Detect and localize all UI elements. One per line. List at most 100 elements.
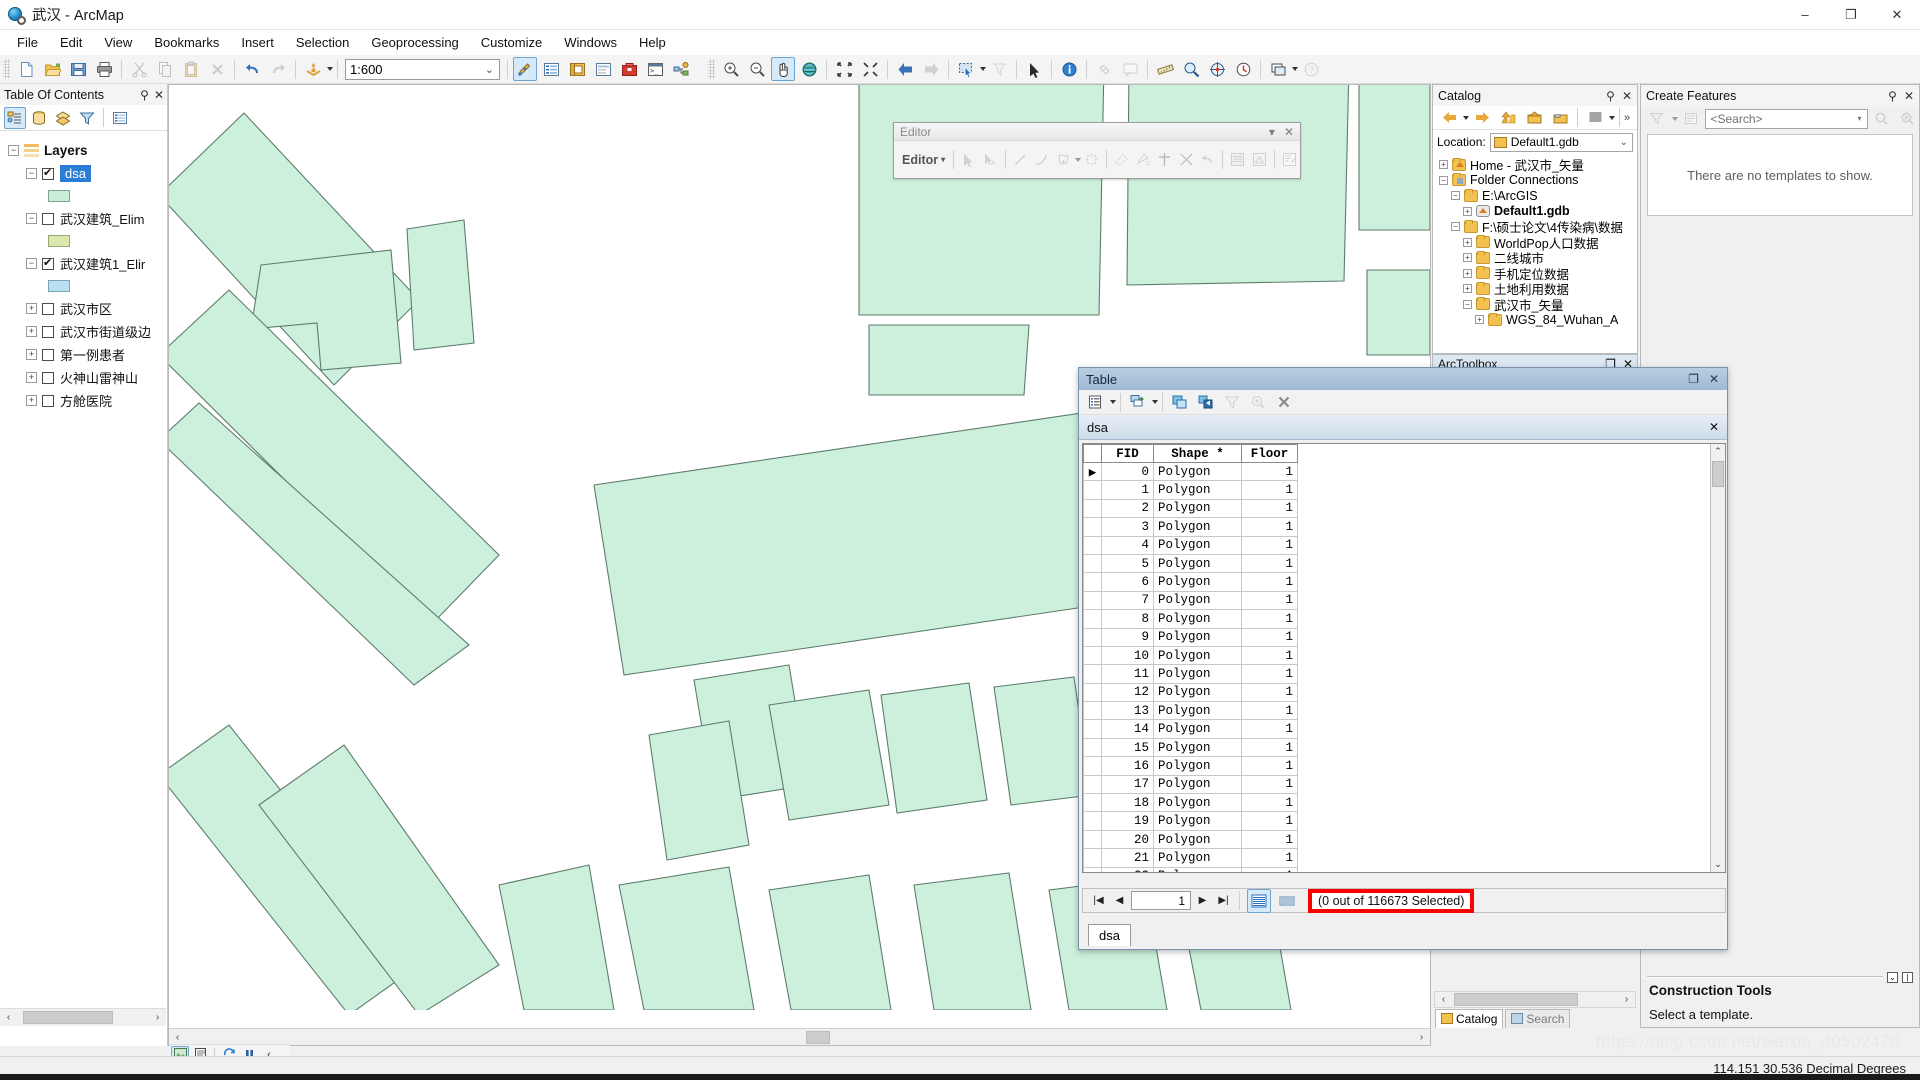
cell-fid[interactable]: 12 xyxy=(1101,682,1154,703)
cell-shape[interactable]: Polygon xyxy=(1153,774,1242,795)
table-row[interactable]: 1 Polygon 1 xyxy=(1083,480,1298,500)
cell-fid[interactable]: 1 xyxy=(1101,480,1154,500)
new-template-icon[interactable] xyxy=(1681,107,1703,131)
cell-shape[interactable]: Polygon xyxy=(1153,811,1242,831)
cell-fid[interactable]: 19 xyxy=(1101,811,1154,831)
table-row[interactable]: 12 Polygon 1 xyxy=(1083,682,1298,703)
chevron-down-icon[interactable]: ▾ xyxy=(1858,114,1862,123)
table-row[interactable]: 4 Polygon 1 xyxy=(1083,535,1298,555)
row-selector[interactable] xyxy=(1083,498,1102,519)
redo-icon[interactable] xyxy=(266,57,290,81)
cell-floor[interactable]: 1 xyxy=(1241,461,1298,482)
cell-fid[interactable]: 7 xyxy=(1101,590,1154,611)
table-window-titlebar[interactable]: Table ❐ ✕ xyxy=(1079,368,1727,390)
toc-options-icon[interactable] xyxy=(109,107,131,129)
list-by-visibility-icon[interactable] xyxy=(52,107,74,129)
cell-fid[interactable]: 8 xyxy=(1101,609,1154,629)
cut-icon[interactable] xyxy=(127,57,151,81)
catalog-location-combo[interactable]: Default1.gdb ⌄ xyxy=(1489,132,1633,152)
create-viewer-dropdown-icon[interactable] xyxy=(1292,67,1298,71)
identify-icon[interactable] xyxy=(1057,57,1081,81)
scroll-thumb[interactable] xyxy=(1711,461,1724,487)
scroll-thumb[interactable] xyxy=(806,1030,830,1044)
cell-shape[interactable]: Polygon xyxy=(1153,682,1242,703)
delete-icon[interactable] xyxy=(205,57,229,81)
home-icon[interactable] xyxy=(1522,106,1546,130)
attribute-table-window[interactable]: Table ❐ ✕ dsa ✕ FID Shape * Floor ▶ 0 Po… xyxy=(1078,367,1728,950)
attribute-grid[interactable]: FID Shape * Floor ▶ 0 Polygon 1 1 Polygon 1 2… xyxy=(1082,443,1726,873)
minimize-button[interactable]: – xyxy=(1782,0,1828,30)
cell-shape[interactable]: Polygon xyxy=(1153,498,1242,519)
catalog-icon[interactable] xyxy=(565,57,589,81)
cell-shape[interactable]: Polygon xyxy=(1153,701,1242,721)
zoom-in-icon[interactable] xyxy=(719,57,743,81)
split-icon[interactable] xyxy=(1133,148,1152,172)
cell-fid[interactable]: 20 xyxy=(1101,829,1154,850)
layer-visibility-checkbox[interactable] xyxy=(42,166,54,180)
scroll-thumb[interactable] xyxy=(23,1011,113,1024)
cell-floor[interactable]: 1 xyxy=(1241,774,1298,795)
table-row[interactable]: 15 Polygon 1 xyxy=(1083,737,1298,758)
table-row[interactable]: 19 Polygon 1 xyxy=(1083,811,1298,831)
cell-floor[interactable]: 1 xyxy=(1241,553,1298,574)
expander-icon[interactable]: − xyxy=(1439,175,1448,185)
menu-customize[interactable]: Customize xyxy=(470,32,553,53)
row-selector[interactable] xyxy=(1083,811,1102,831)
row-selector[interactable] xyxy=(1083,645,1102,666)
scroll-left-icon[interactable]: ‹ xyxy=(1435,991,1452,1008)
cell-floor[interactable]: 1 xyxy=(1241,572,1298,592)
scale-combo[interactable]: 1:600 ⌄ xyxy=(345,58,500,80)
scroll-track[interactable] xyxy=(1711,459,1726,857)
organize-templates-icon[interactable] xyxy=(1646,107,1668,131)
toc-horizontal-scrollbar[interactable]: ‹ › xyxy=(0,1008,166,1026)
show-all-records-icon[interactable] xyxy=(1247,888,1271,913)
merge-icon[interactable] xyxy=(1176,148,1195,172)
column-header-rowselect[interactable] xyxy=(1083,444,1102,463)
layer-visibility-checkbox[interactable] xyxy=(42,348,54,361)
table-row[interactable]: 2 Polygon 1 xyxy=(1083,498,1298,519)
cell-floor[interactable]: 1 xyxy=(1241,498,1298,519)
save-icon[interactable] xyxy=(66,57,90,81)
cell-shape[interactable]: Polygon xyxy=(1153,829,1242,850)
cell-shape[interactable]: Polygon xyxy=(1153,480,1242,500)
expander-icon[interactable]: + xyxy=(1463,268,1472,278)
table-row[interactable]: 20 Polygon 1 xyxy=(1083,829,1298,850)
scroll-up-icon[interactable]: ⌃ xyxy=(1711,444,1726,459)
close-icon[interactable]: ✕ xyxy=(1904,89,1914,103)
cell-shape[interactable]: Polygon xyxy=(1153,664,1242,684)
scroll-thumb[interactable] xyxy=(1454,993,1578,1006)
cell-fid[interactable]: 10 xyxy=(1101,645,1154,666)
sidebar-item-wuhan-districts[interactable]: + 武汉市区 xyxy=(4,297,167,320)
create-features-window-icon[interactable] xyxy=(1280,148,1299,172)
editor-toolbar-icon[interactable] xyxy=(513,57,537,81)
expander-icon[interactable]: + xyxy=(1463,253,1472,263)
search-icon[interactable] xyxy=(1871,107,1893,131)
up-one-level-icon[interactable] xyxy=(1496,106,1520,130)
measure-icon[interactable] xyxy=(1153,57,1177,81)
expander-icon[interactable]: − xyxy=(8,145,19,156)
menu-file[interactable]: File xyxy=(6,32,49,53)
expander-icon[interactable]: + xyxy=(26,395,37,406)
catalog-node-wgs84-wuhan[interactable]: + WGS_84_Wuhan_A xyxy=(1437,312,1637,328)
chevron-down-icon[interactable]: ⌄ xyxy=(485,63,494,76)
first-record-button[interactable]: |◀ xyxy=(1089,891,1108,910)
cell-fid[interactable]: 4 xyxy=(1101,535,1154,555)
cell-fid[interactable]: 6 xyxy=(1101,572,1154,592)
scroll-right-icon[interactable]: › xyxy=(149,1009,166,1026)
model-builder-icon[interactable] xyxy=(669,57,693,81)
straight-segment-icon[interactable] xyxy=(1011,148,1030,172)
row-selector[interactable] xyxy=(1083,590,1102,611)
delete-selected-icon[interactable] xyxy=(1272,390,1296,414)
pan-icon[interactable] xyxy=(771,57,795,81)
sidebar-item-first-patient[interactable]: + 第一例患者 xyxy=(4,343,167,366)
scroll-down-icon[interactable]: ⌄ xyxy=(1711,857,1726,872)
find-icon[interactable] xyxy=(1179,57,1203,81)
cell-shape[interactable]: Polygon xyxy=(1153,553,1242,574)
expander-icon[interactable]: + xyxy=(1475,315,1484,325)
cell-fid[interactable]: 13 xyxy=(1101,701,1154,721)
expander-icon[interactable]: + xyxy=(1463,237,1472,247)
menu-view[interactable]: View xyxy=(93,32,143,53)
cell-floor[interactable]: 1 xyxy=(1241,682,1298,703)
table-row[interactable]: 22Polygon1 xyxy=(1083,866,1298,872)
sidebar-item-wuhan-buildings-elim[interactable]: − 武汉建筑_Elim xyxy=(4,207,167,230)
